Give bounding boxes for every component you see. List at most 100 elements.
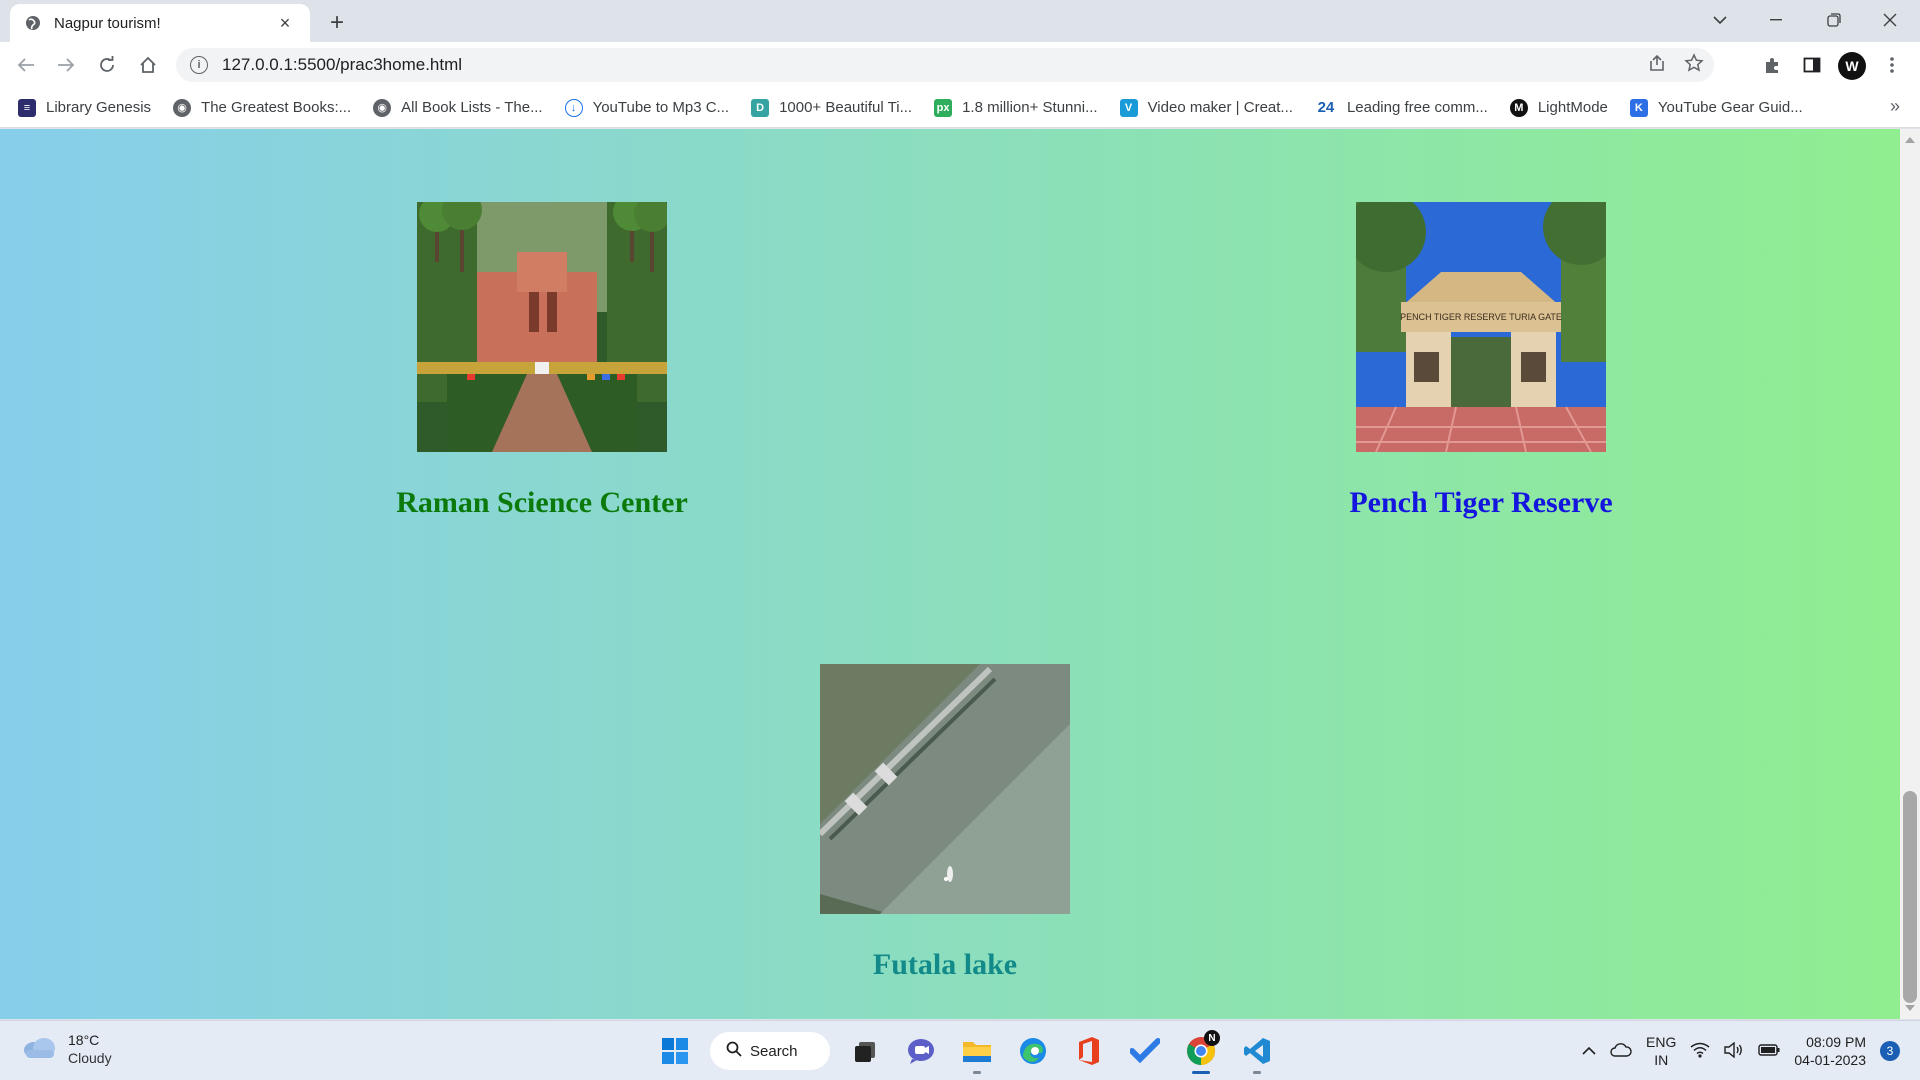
running-indicator [1253, 1071, 1261, 1074]
office-icon[interactable] [1068, 1030, 1110, 1072]
task-view-icon[interactable] [844, 1030, 886, 1072]
chevron-up-icon[interactable] [1582, 1043, 1596, 1059]
bookmark-item[interactable]: ≡ Library Genesis [18, 98, 152, 117]
bookmark-label: YouTube to Mp3 C... [592, 99, 730, 116]
language-code: ENG [1646, 1034, 1677, 1050]
bookmarks-bar: ≡ Library Genesis ◉ The Greatest Books:.… [0, 88, 1920, 128]
bookmark-star-icon[interactable] [1684, 52, 1704, 78]
bookmark-item[interactable]: ↓ YouTube to Mp3 C... [564, 98, 730, 117]
back-icon[interactable] [10, 49, 42, 81]
page-content: Raman Science Center PENCH TIGER RESERVE… [0, 129, 1900, 1019]
menu-kebab-icon[interactable] [1876, 49, 1908, 81]
close-tab-icon[interactable]: × [274, 12, 296, 34]
system-tray: ENG IN 08:09 PM 04-01-2023 3 [1582, 1029, 1900, 1073]
bookmark-label: Library Genesis [46, 99, 152, 116]
tab-title: Nagpur tourism! [54, 14, 161, 32]
wifi-icon[interactable] [1690, 1042, 1710, 1061]
globe-icon: ◉ [173, 98, 192, 117]
file-explorer-icon[interactable] [956, 1030, 998, 1074]
bookmark-label: LightMode [1537, 99, 1608, 116]
scroll-up-icon[interactable] [1905, 137, 1915, 143]
px-logo-icon: px [934, 98, 953, 117]
bookmark-item[interactable]: ◉ All Book Lists - The... [373, 98, 543, 117]
cloud-icon [22, 1035, 56, 1064]
windows-taskbar: 18°C Cloudy Search N ENG IN 08:09 PM 04-… [0, 1020, 1920, 1080]
bookmark-item[interactable]: D 1000+ Beautiful Ti... [751, 98, 912, 117]
new-tab-button[interactable]: + [322, 8, 352, 38]
bookmark-label: 1.8 million+ Stunni... [962, 99, 1098, 116]
weather-temperature: 18°C [68, 1032, 100, 1048]
restore-icon[interactable] [1806, 0, 1862, 40]
futala-lake-image [820, 664, 1070, 914]
clock-time: 08:09 PM [1806, 1034, 1866, 1050]
scroll-down-icon[interactable] [1905, 1005, 1915, 1011]
d-logo-icon: D [751, 98, 770, 117]
search-icon [726, 1041, 742, 1061]
bookmark-item[interactable]: 24 Leading free comm... [1315, 99, 1488, 117]
scrollbar-thumb[interactable] [1903, 791, 1917, 1003]
extensions-icon[interactable] [1756, 49, 1788, 81]
place-card: Futala lake [795, 664, 1095, 982]
globe-icon [24, 14, 42, 32]
raman-science-center-image [417, 202, 667, 452]
side-panel-icon[interactable] [1796, 49, 1828, 81]
chrome-profile-badge: N [1204, 1030, 1220, 1046]
page-scrollbar[interactable] [1900, 129, 1920, 1019]
place-card: Raman Science Center [392, 202, 692, 520]
place-title: Futala lake [872, 948, 1018, 981]
url-text[interactable]: 127.0.0.1:5500/prac3home.html [222, 55, 462, 75]
teams-chat-icon[interactable] [900, 1030, 942, 1072]
globe-icon: ◉ [373, 98, 392, 117]
battery-icon[interactable] [1758, 1043, 1780, 1059]
chrome-icon[interactable]: N [1180, 1030, 1222, 1074]
forward-icon[interactable] [50, 49, 82, 81]
place-card: PENCH TIGER RESERVE TURIA GATE Pench Tig… [1331, 202, 1631, 520]
reload-icon[interactable] [91, 49, 123, 81]
volume-icon[interactable] [1724, 1041, 1744, 1061]
bookmark-label: YouTube Gear Guid... [1657, 99, 1803, 116]
profile-avatar[interactable]: W [1838, 52, 1866, 80]
bookmark-item[interactable]: K YouTube Gear Guid... [1629, 98, 1803, 117]
bookmark-item[interactable]: V Video maker | Creat... [1119, 98, 1293, 117]
taskbar-apps: Search N [654, 1029, 1278, 1074]
bookmark-item[interactable]: M LightMode [1509, 98, 1608, 117]
browser-toolbar: i 127.0.0.1:5500/prac3home.html W [0, 42, 1920, 88]
cloud-download-icon: ↓ [564, 98, 583, 117]
browser-window: Nagpur tourism! × + i 127.0.0.1:5500/pra… [0, 0, 1920, 1080]
tab-search-icon[interactable] [1692, 0, 1748, 40]
address-bar[interactable]: i 127.0.0.1:5500/prac3home.html [176, 48, 1714, 82]
weather-condition: Cloudy [68, 1050, 112, 1066]
onedrive-cloud-icon[interactable] [1610, 1042, 1632, 1061]
bookmark-label: Leading free comm... [1346, 99, 1488, 116]
site-info-icon[interactable]: i [190, 56, 208, 74]
clock[interactable]: 08:09 PM 04-01-2023 [1794, 1033, 1866, 1069]
vscode-icon[interactable] [1236, 1030, 1278, 1074]
bookmark-item[interactable]: ◉ The Greatest Books:... [173, 98, 352, 117]
close-window-icon[interactable] [1862, 0, 1918, 40]
language-indicator[interactable]: ENG IN [1646, 1033, 1676, 1069]
taskbar-search[interactable]: Search [710, 1032, 830, 1070]
minimize-icon[interactable] [1748, 0, 1804, 40]
bookmark-item[interactable]: px 1.8 million+ Stunni... [934, 98, 1098, 117]
k-logo-icon: K [1629, 98, 1648, 117]
bookmark-label: All Book Lists - The... [401, 99, 543, 116]
pench-tiger-reserve-image: PENCH TIGER RESERVE TURIA GATE [1356, 202, 1606, 452]
region-code: IN [1654, 1052, 1669, 1068]
bookmark-label: The Greatest Books:... [201, 99, 352, 116]
bookmark-label: Video maker | Creat... [1147, 99, 1293, 116]
browser-tab[interactable]: Nagpur tourism! × [10, 4, 310, 42]
24-logo-icon: 24 [1317, 99, 1335, 116]
home-icon[interactable] [132, 49, 164, 81]
todo-check-icon[interactable] [1124, 1030, 1166, 1072]
tab-strip: Nagpur tourism! × + [0, 0, 1920, 42]
running-indicator [973, 1071, 981, 1074]
active-indicator [1192, 1071, 1210, 1074]
edge-browser-icon[interactable] [1012, 1030, 1054, 1072]
bookmarks-overflow-icon[interactable]: » [1890, 96, 1900, 117]
clock-date: 04-01-2023 [1794, 1052, 1866, 1068]
library-icon: ≡ [18, 98, 36, 117]
weather-widget[interactable]: 18°C Cloudy [22, 1031, 112, 1067]
notification-badge[interactable]: 3 [1880, 1041, 1900, 1061]
share-icon[interactable] [1648, 54, 1666, 77]
start-windows-icon[interactable] [654, 1030, 696, 1072]
